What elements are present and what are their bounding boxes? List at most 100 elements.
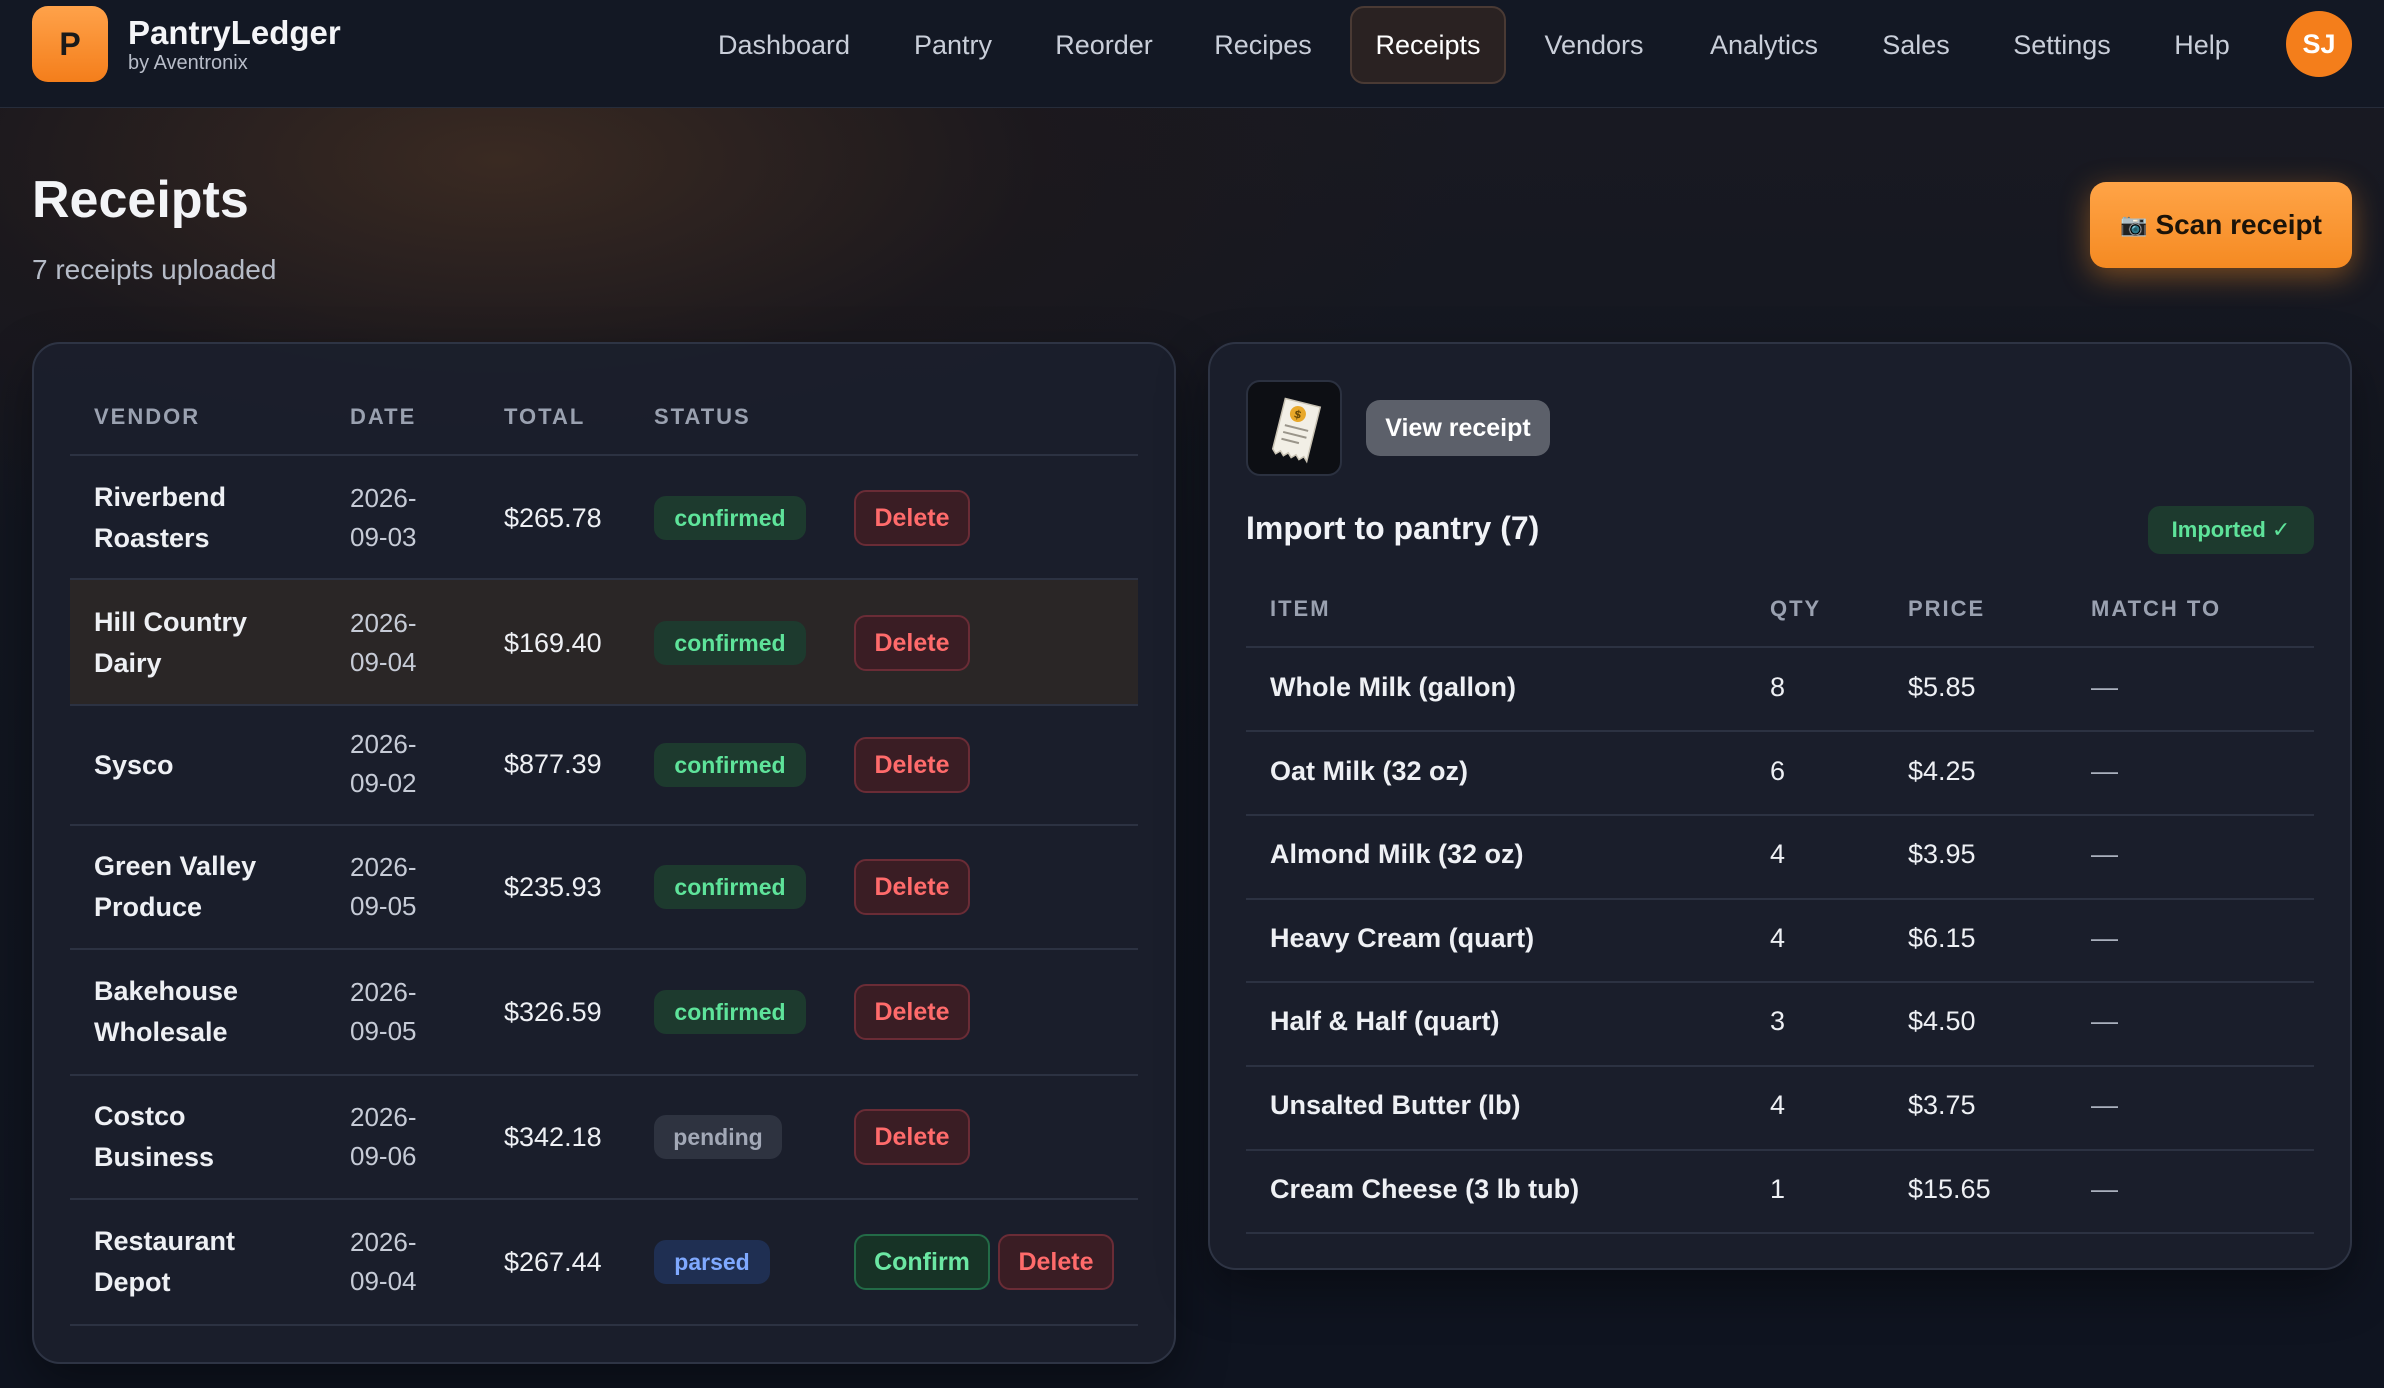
page-subtitle: 7 receipts uploaded <box>32 254 277 285</box>
item-qty: 3 <box>1770 1006 1786 1036</box>
col-header-total: TOTAL <box>504 404 586 429</box>
nav-sales[interactable]: Sales <box>1870 6 1962 84</box>
receipt-total: $267.44 <box>504 1247 602 1277</box>
app-logo[interactable]: P <box>32 6 108 82</box>
match-to-select[interactable]: — <box>2091 839 2118 870</box>
row-divider <box>70 1324 1138 1326</box>
receipt-date: 2026- 09-04 <box>350 1227 417 1296</box>
item-name: Whole Milk (gallon) <box>1270 672 1516 702</box>
receipt-date: 2026- 09-05 <box>350 852 417 921</box>
delete-button[interactable]: Delete <box>854 984 970 1040</box>
receipt-total: $235.93 <box>504 872 602 902</box>
match-to-select[interactable]: — <box>2091 1006 2118 1037</box>
item-qty: 1 <box>1770 1174 1786 1204</box>
col-header-vendor: VENDOR <box>94 404 201 429</box>
row-divider <box>1246 898 2314 900</box>
row-divider <box>1246 981 2314 983</box>
status-badge: confirmed <box>654 743 806 787</box>
receipt-icon: $ <box>1271 397 1322 464</box>
col-header-status: STATUS <box>654 404 751 429</box>
col-header-item: ITEM <box>1270 596 1331 621</box>
vendor-name: Hill Country Dairy <box>94 607 247 678</box>
import-title: Import to pantry (7) <box>1246 510 1540 546</box>
receipt-total: $326.59 <box>504 997 602 1027</box>
col-header-qty: QTY <box>1770 596 1822 621</box>
scan-receipt-button[interactable]: 📷 Scan receipt <box>2090 182 2352 268</box>
item-qty: 4 <box>1770 1090 1786 1120</box>
view-receipt-button[interactable]: View receipt <box>1366 400 1550 456</box>
user-avatar[interactable]: SJ <box>2286 11 2352 77</box>
delete-button[interactable]: Delete <box>854 737 970 793</box>
item-price: $3.95 <box>1908 839 1976 869</box>
receipt-date: 2026- 09-02 <box>350 729 417 798</box>
delete-button[interactable]: Delete <box>854 859 970 915</box>
receipt-thumbnail[interactable]: $ <box>1246 380 1342 476</box>
delete-button[interactable]: Delete <box>998 1234 1114 1290</box>
status-badge: confirmed <box>654 621 806 665</box>
confirm-button[interactable]: Confirm <box>854 1234 990 1290</box>
brand-name: PantryLedger <box>128 14 341 51</box>
nav-dashboard[interactable]: Dashboard <box>700 6 868 84</box>
row-divider <box>70 578 1138 580</box>
match-to-select[interactable]: — <box>2091 672 2118 703</box>
receipt-detail-panel <box>1208 342 2352 1270</box>
header-divider <box>1246 646 2314 648</box>
nav-settings[interactable]: Settings <box>2004 6 2120 84</box>
vendor-name: Bakehouse Wholesale <box>94 976 239 1047</box>
item-price: $4.50 <box>1908 1006 1976 1036</box>
item-name: Cream Cheese (3 lb tub) <box>1270 1174 1580 1204</box>
camera-icon: 📷 <box>2120 212 2148 237</box>
item-qty: 8 <box>1770 672 1786 702</box>
col-header-date: DATE <box>350 404 417 429</box>
item-name: Half & Half (quart) <box>1270 1006 1500 1036</box>
row-divider <box>1246 1149 2314 1151</box>
match-to-select[interactable]: — <box>2091 1174 2118 1205</box>
imported-badge: Imported ✓ <box>2148 506 2314 554</box>
nav-vendors[interactable]: Vendors <box>1530 6 1658 84</box>
vendor-name: Sysco <box>94 750 174 780</box>
row-divider <box>1246 814 2314 816</box>
nav-recipes[interactable]: Recipes <box>1196 6 1330 84</box>
nav-pantry[interactable]: Pantry <box>894 6 1012 84</box>
receipt-total: $342.18 <box>504 1122 602 1152</box>
row-divider <box>1246 1065 2314 1067</box>
page-title: Receipts <box>32 171 249 229</box>
status-badge: confirmed <box>654 990 806 1034</box>
receipt-total: $877.39 <box>504 749 602 779</box>
delete-button[interactable]: Delete <box>854 1109 970 1165</box>
item-price: $15.65 <box>1908 1174 1991 1204</box>
row-divider <box>70 948 1138 950</box>
nav-analytics[interactable]: Analytics <box>1696 6 1832 84</box>
status-badge: parsed <box>654 1240 770 1284</box>
vendor-name: Riverbend Roasters <box>94 482 227 553</box>
item-qty: 4 <box>1770 839 1786 869</box>
nav-reorder[interactable]: Reorder <box>1038 6 1170 84</box>
delete-button[interactable]: Delete <box>854 490 970 546</box>
item-name: Oat Milk (32 oz) <box>1270 756 1469 786</box>
delete-button[interactable]: Delete <box>854 615 970 671</box>
match-to-select[interactable]: — <box>2091 923 2118 954</box>
row-divider <box>1246 1232 2314 1234</box>
status-badge: pending <box>654 1115 782 1159</box>
row-divider <box>70 824 1138 826</box>
item-price: $6.15 <box>1908 923 1976 953</box>
vendor-name: Costco Business <box>94 1101 215 1172</box>
receipt-date: 2026- 09-03 <box>350 483 417 552</box>
match-to-select[interactable]: — <box>2091 756 2118 787</box>
receipt-date: 2026- 09-04 <box>350 608 417 677</box>
header-divider <box>70 454 1138 456</box>
receipt-total: $265.78 <box>504 503 602 533</box>
item-price: $4.25 <box>1908 756 1976 786</box>
receipt-total: $169.40 <box>504 628 602 658</box>
col-header-price: PRICE <box>1908 596 1986 621</box>
row-divider <box>70 1074 1138 1076</box>
item-qty: 6 <box>1770 756 1786 786</box>
nav-receipts[interactable]: Receipts <box>1350 6 1506 84</box>
scan-receipt-label: Scan receipt <box>2155 209 2322 240</box>
top-nav-bar: P PantryLedger by Aventronix Dashboard P… <box>0 0 2384 108</box>
brand-subtitle: by Aventronix <box>128 52 248 74</box>
nav-help[interactable]: Help <box>2164 6 2240 84</box>
col-header-match-to: MATCH TO <box>2091 596 2222 621</box>
row-divider <box>1246 730 2314 732</box>
match-to-select[interactable]: — <box>2091 1090 2118 1121</box>
